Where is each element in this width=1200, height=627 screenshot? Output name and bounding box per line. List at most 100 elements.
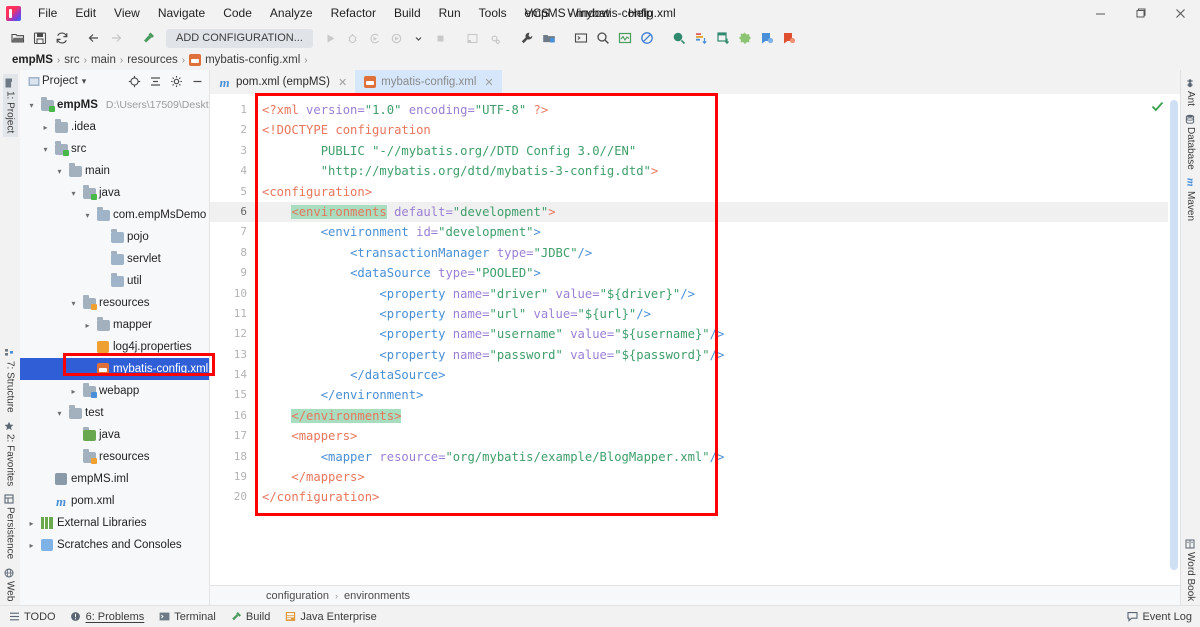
breadcrumb-item-empms[interactable]: empMS bbox=[12, 54, 53, 66]
tree-node[interactable]: pojo bbox=[20, 226, 209, 248]
editor-tab-strip[interactable]: m pom.xml (empMS) ✕ mybatis-config.xml ✕ bbox=[210, 70, 1180, 94]
open-folder-icon[interactable] bbox=[8, 28, 28, 48]
menu-vcs[interactable]: VCS bbox=[516, 3, 559, 23]
menu-help[interactable]: Help bbox=[619, 3, 662, 23]
sidebar-item-database[interactable]: Database bbox=[1183, 110, 1198, 174]
sidebar-item-project[interactable]: 1: Project bbox=[3, 74, 18, 137]
build-hammer-icon[interactable] bbox=[138, 28, 158, 48]
tree-node[interactable]: empMS.iml bbox=[20, 468, 209, 490]
code-line[interactable]: "http://mybatis.org/dtd/mybatis-3-config… bbox=[256, 161, 1168, 181]
tree-node[interactable]: ▾com.empMsDemo bbox=[20, 204, 209, 226]
no-entry-icon[interactable] bbox=[637, 28, 657, 48]
main-toolbar[interactable]: ADD CONFIGURATION... bbox=[0, 26, 1200, 50]
tree-node[interactable]: servlet bbox=[20, 248, 209, 270]
menu-bar[interactable]: File Edit View Navigate Code Analyze Ref… bbox=[29, 3, 662, 23]
line-number[interactable]: 13 bbox=[210, 345, 256, 365]
menu-navigate[interactable]: Navigate bbox=[149, 3, 214, 23]
line-number[interactable]: 11 bbox=[210, 304, 256, 324]
line-number[interactable]: 7 bbox=[210, 222, 256, 242]
left-tool-strip[interactable]: 1: Project 7: Structure 2: Favorites Per bbox=[0, 70, 20, 605]
sidebar-item-persistence[interactable]: Persistence bbox=[3, 490, 18, 563]
tree-node[interactable]: ▸Scratches and Consoles bbox=[20, 534, 209, 556]
code-line[interactable]: <!DOCTYPE configuration bbox=[256, 120, 1168, 140]
hide-icon[interactable] bbox=[189, 73, 205, 89]
menu-window[interactable]: Window bbox=[558, 3, 619, 23]
chart-icon[interactable] bbox=[691, 28, 711, 48]
code-line[interactable]: </environment> bbox=[256, 385, 1168, 405]
code-line[interactable]: <mapper resource="org/mybatis/example/Bl… bbox=[256, 447, 1168, 467]
line-number[interactable]: 14 bbox=[210, 365, 256, 385]
sidebar-item-favorites[interactable]: 2: Favorites bbox=[3, 417, 18, 490]
line-number[interactable]: 16 bbox=[210, 406, 256, 426]
right-tool-strip[interactable]: Ant Database m Maven Word Book bbox=[1180, 70, 1200, 605]
chevron-down-icon[interactable]: ▾ bbox=[82, 211, 93, 220]
line-number[interactable]: 8 bbox=[210, 243, 256, 263]
menu-build[interactable]: Build bbox=[385, 3, 430, 23]
breadcrumb-item-main[interactable]: main bbox=[91, 54, 116, 66]
line-number[interactable]: 5 bbox=[210, 182, 256, 202]
tree-node-selected[interactable]: mybatis-config.xml bbox=[20, 358, 209, 380]
tree-node[interactable]: java bbox=[20, 424, 209, 446]
line-number[interactable]: 2 bbox=[210, 120, 256, 140]
line-number[interactable]: 1 bbox=[210, 100, 256, 120]
line-number[interactable]: 15 bbox=[210, 385, 256, 405]
chevron-right-icon[interactable]: ▸ bbox=[82, 321, 93, 330]
code-line[interactable]: PUBLIC "-//mybatis.org//DTD Config 3.0//… bbox=[256, 141, 1168, 161]
editor-tab-pom-xml[interactable]: m pom.xml (empMS) ✕ bbox=[210, 70, 355, 94]
chevron-down-icon[interactable]: ▾ bbox=[68, 299, 79, 308]
chevron-right-icon[interactable]: ▸ bbox=[68, 387, 79, 396]
status-bar[interactable]: TODO 6: Problems Terminal Build Java Ent… bbox=[0, 605, 1200, 627]
back-arrow-icon[interactable] bbox=[84, 28, 104, 48]
tree-node[interactable]: log4j.properties bbox=[20, 336, 209, 358]
tree-node[interactable]: ▸webapp bbox=[20, 380, 209, 402]
menu-refactor[interactable]: Refactor bbox=[322, 3, 385, 23]
sidebar-item-structure[interactable]: 7: Structure bbox=[3, 344, 18, 417]
sidebar-item-web[interactable]: Web bbox=[3, 564, 18, 605]
add-configuration-button[interactable]: ADD CONFIGURATION... bbox=[166, 29, 313, 48]
line-number[interactable]: 18 bbox=[210, 447, 256, 467]
sidebar-item-maven[interactable]: m Maven bbox=[1183, 174, 1198, 225]
terminal-icon[interactable] bbox=[571, 28, 591, 48]
code-line[interactable]: </dataSource> bbox=[256, 365, 1168, 385]
collapse-all-icon[interactable] bbox=[147, 73, 163, 89]
tree-node[interactable]: ▾resources bbox=[20, 292, 209, 314]
code-line[interactable]: <property name="password" value="${passw… bbox=[256, 345, 1168, 365]
chevron-right-icon[interactable]: ▸ bbox=[26, 541, 37, 550]
status-item-problems[interactable]: 6: Problems bbox=[70, 611, 145, 623]
close-button[interactable] bbox=[1160, 0, 1200, 26]
menu-tools[interactable]: Tools bbox=[470, 3, 516, 23]
chevron-right-icon[interactable]: ▸ bbox=[26, 519, 37, 528]
monitor-icon[interactable] bbox=[615, 28, 635, 48]
editor-breadcrumb[interactable]: configuration › environments bbox=[210, 585, 1180, 605]
settings-gear-icon[interactable] bbox=[168, 73, 184, 89]
project-structure-icon[interactable] bbox=[539, 28, 559, 48]
line-number[interactable]: 19 bbox=[210, 467, 256, 487]
line-number[interactable]: 17 bbox=[210, 426, 256, 446]
code-line[interactable]: <dataSource type="POOLED"> bbox=[256, 263, 1168, 283]
chevron-down-icon[interactable]: ▾ bbox=[68, 189, 79, 198]
inspection-ok-check-icon[interactable] bbox=[1151, 100, 1164, 116]
project-panel-title-group[interactable]: Project ▾ bbox=[28, 75, 86, 87]
dropdown-caret-icon[interactable] bbox=[409, 28, 429, 48]
chevron-right-icon[interactable]: ▸ bbox=[40, 123, 51, 132]
status-item-build[interactable]: Build bbox=[230, 611, 270, 623]
search-circle-icon[interactable] bbox=[669, 28, 689, 48]
editor-tab-mybatis-config-xml[interactable]: mybatis-config.xml ✕ bbox=[355, 70, 501, 94]
code-text-area[interactable]: <?xml version="1.0" encoding="UTF-8" ?><… bbox=[256, 94, 1168, 585]
close-icon[interactable]: ✕ bbox=[484, 76, 493, 89]
tree-node[interactable]: ▸.idea bbox=[20, 116, 209, 138]
locate-icon[interactable] bbox=[126, 73, 142, 89]
code-line[interactable]: <property name="driver" value="${driver}… bbox=[256, 284, 1168, 304]
chevron-down-icon[interactable]: ▾ bbox=[40, 145, 51, 154]
breadcrumb-item-mybatis-config[interactable]: mybatis-config.xml bbox=[205, 54, 300, 66]
menu-run[interactable]: Run bbox=[430, 3, 470, 23]
code-line[interactable]: <?xml version="1.0" encoding="UTF-8" ?> bbox=[256, 100, 1168, 120]
window-controls[interactable] bbox=[1080, 0, 1200, 26]
tree-node[interactable]: ▾src bbox=[20, 138, 209, 160]
plugin-icon[interactable] bbox=[735, 28, 755, 48]
tree-node[interactable]: ▾empMSD:\Users\17509\Deskto bbox=[20, 94, 209, 116]
save-all-icon[interactable] bbox=[30, 28, 50, 48]
code-line[interactable]: <property name="url" value="${url}"/> bbox=[256, 304, 1168, 324]
line-number[interactable]: 10 bbox=[210, 284, 256, 304]
code-editor[interactable]: 1234567891011121314151617181920 <?xml ve… bbox=[210, 94, 1180, 585]
